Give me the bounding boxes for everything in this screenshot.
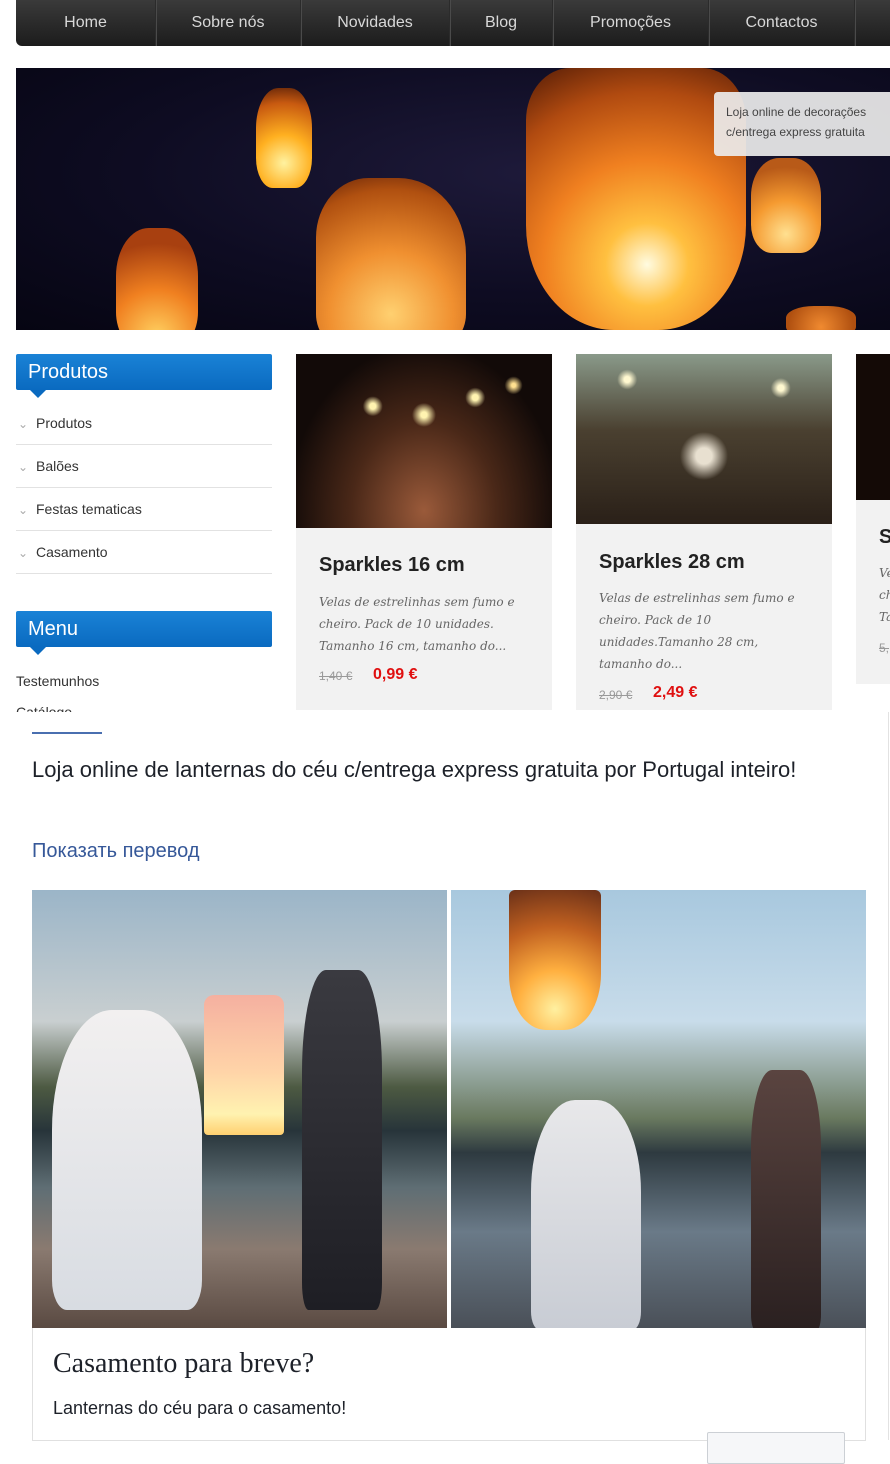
sidebar-item-baloes[interactable]: ⌄ Balões [16, 445, 272, 488]
post-text: Loja online de lanternas do céu c/entreg… [32, 757, 797, 782]
lantern-image [751, 158, 821, 253]
menu-item-testemunhos[interactable]: Testemunhos [16, 673, 99, 689]
divider [32, 732, 102, 734]
main-nav: Home Sobre nós Novidades Blog Promoções … [16, 0, 890, 46]
lantern-image [509, 890, 601, 1030]
chevron-down-icon: ⌄ [17, 503, 29, 517]
nav-contactos[interactable]: Contactos [709, 0, 855, 46]
product-description-line: ch [879, 588, 890, 602]
sidebar-produtos-header: Produtos [16, 354, 272, 398]
post-photo[interactable] [451, 890, 866, 1328]
chevron-down-icon: ⌄ [17, 460, 29, 474]
lantern-image [256, 88, 312, 188]
nav-blog[interactable]: Blog [450, 0, 553, 46]
product-title[interactable]: Sparkles 28 cm [599, 551, 745, 574]
chevron-down-icon: ⌄ [17, 417, 29, 431]
product-title[interactable]: Sparkles 16 cm [319, 554, 465, 577]
nav-sobre-nos[interactable]: Sobre nós [156, 0, 301, 46]
groom-figure [302, 970, 382, 1310]
lantern-image [116, 228, 198, 330]
product-old-price: 5, [879, 641, 890, 655]
post-photos[interactable] [32, 890, 866, 1328]
social-post: Loja online de lanternas do céu c/entreg… [16, 712, 889, 1464]
translate-link[interactable]: Показать перевод [32, 840, 200, 863]
product-image [576, 354, 832, 524]
nav-promocoes[interactable]: Promoções [553, 0, 709, 46]
hero-badge-line2: c/entrega express gratuita [726, 125, 865, 139]
product-price: 0,99 € [373, 666, 418, 683]
link-preview-card[interactable]: Casamento para breve? Lanternas do céu p… [32, 1328, 866, 1464]
product-description-line: Ve [879, 566, 890, 580]
product-image [856, 354, 890, 500]
link-preview-button[interactable] [707, 1432, 845, 1464]
groom-figure [751, 1070, 821, 1328]
link-preview-title[interactable]: Casamento para breve? [53, 1348, 314, 1380]
sidebar-item-casamento[interactable]: ⌄ Casamento [16, 531, 272, 574]
product-old-price: 1,40 € [319, 669, 353, 683]
menu-item-catalogo[interactable]: Catálogo [16, 703, 72, 712]
sidebar-item-label: Produtos [36, 415, 93, 431]
link-preview-subtitle: Lanternas do céu para o casamento! [53, 1398, 347, 1418]
sidebar-item-label: Casamento [36, 544, 108, 560]
lantern-image [526, 68, 746, 330]
hero-badge-line1: Loja online de decorações [726, 105, 867, 119]
sidebar-item-festas-tematicas[interactable]: ⌄ Festas tematicas [16, 488, 272, 531]
lantern-image [786, 306, 856, 330]
chevron-down-icon: ⌄ [17, 546, 29, 560]
product-card[interactable]: Sparkles 28 cm Velas de estrelinhas sem … [576, 354, 832, 710]
hero-badge: Loja online de decorações c/entrega expr… [714, 92, 890, 156]
lantern-image [316, 178, 466, 330]
product-card[interactable]: S Ve ch Ta 5, [856, 354, 890, 684]
sidebar-item-label: Festas tematicas [36, 501, 142, 517]
product-image [296, 354, 552, 528]
nav-novidades[interactable]: Novidades [301, 0, 450, 46]
product-description-line: Ta [879, 610, 890, 624]
product-old-price: 2,90 € [599, 688, 633, 702]
lantern-image [204, 995, 284, 1135]
product-card[interactable]: Sparkles 16 cm Velas de estrelinhas sem … [296, 354, 552, 710]
product-description: Velas de estrelinhas sem fumo e cheiro. … [599, 591, 795, 671]
product-description: Velas de estrelinhas sem fumo e cheiro. … [319, 595, 515, 653]
bride-figure [52, 1010, 202, 1310]
product-description: Ve ch Ta [879, 562, 890, 628]
sidebar-menu-header: Menu [16, 611, 272, 655]
sidebar-item-produtos[interactable]: ⌄ Produtos [16, 402, 272, 445]
hero-banner: Loja online de decorações c/entrega expr… [16, 68, 890, 330]
post-photo[interactable] [32, 890, 447, 1328]
bride-figure [531, 1100, 641, 1328]
product-title[interactable]: S [879, 526, 890, 549]
nav-home[interactable]: Home [16, 0, 156, 46]
product-price: 2,49 € [653, 684, 698, 701]
sidebar-item-label: Balões [36, 458, 79, 474]
